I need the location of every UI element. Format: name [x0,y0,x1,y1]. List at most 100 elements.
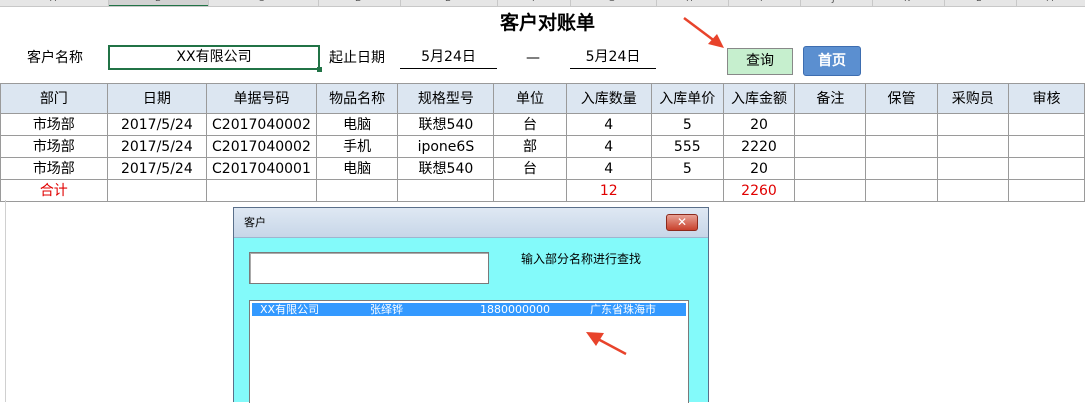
table-cell[interactable]: C2017040002 [206,113,317,136]
table-cell[interactable]: ipone6S [397,135,495,158]
end-date-cell[interactable]: 5月24日 [570,46,656,69]
header-doc-number[interactable]: 单据号码 [206,83,317,114]
table-cell[interactable]: 4 [565,135,652,158]
column-letter-j[interactable]: J [832,0,835,4]
table-cell[interactable] [865,179,938,202]
column-letter-b[interactable]: B [155,0,161,4]
table-cell[interactable]: 联想540 [397,113,495,136]
table-cell[interactable] [1007,135,1085,158]
column-letter-g[interactable]: G [608,0,615,4]
table-cell[interactable]: 联想540 [397,157,495,180]
list-address: 广东省珠海市 [590,303,656,316]
table-cell[interactable] [936,113,1009,136]
table-row: 市场部 2017/5/24 C2017040001 电脑 联想540 台 4 5… [0,157,1085,180]
table-cell[interactable] [206,179,317,202]
table-cell[interactable]: 市场部 [0,113,108,136]
table-cell[interactable]: 5 [650,157,724,180]
header-purchaser[interactable]: 采购员 [936,83,1009,114]
table-cell[interactable]: 电脑 [315,113,399,136]
table-cell[interactable]: 台 [493,157,567,180]
header-in-quantity[interactable]: 入库数量 [565,83,652,114]
row-gutter [0,200,6,402]
customer-dialog: 客户 ✕ 输入部分名称进行查找 XX有限公司 张绎铧 1880000000 广东… [233,207,709,403]
header-in-unit-price[interactable]: 入库单价 [650,83,724,114]
query-button[interactable]: 查询 [727,48,793,75]
table-cell[interactable] [106,179,208,202]
table-cell[interactable] [936,157,1009,180]
total-quantity[interactable]: 12 [565,179,652,202]
table-cell[interactable] [794,113,867,136]
header-auditor[interactable]: 审核 [1007,83,1085,114]
table-cell[interactable]: 20 [722,113,796,136]
table-cell[interactable]: 5 [650,113,724,136]
table-cell[interactable] [650,179,724,202]
column-letter-c[interactable]: C [258,0,264,4]
close-icon[interactable]: ✕ [666,214,698,231]
table-cell[interactable]: 2017/5/24 [106,135,208,158]
table-cell[interactable]: 4 [565,157,652,180]
header-custodian[interactable]: 保管 [865,83,938,114]
table-cell[interactable] [936,135,1009,158]
table-cell[interactable] [794,179,867,202]
table-row: 市场部 2017/5/24 C2017040002 手机 ipone6S 部 4… [0,135,1085,158]
list-item[interactable]: XX有限公司 张绎铧 1880000000 广东省珠海市 [252,303,686,316]
header-unit[interactable]: 单位 [493,83,567,114]
header-item-name[interactable]: 物品名称 [315,83,399,114]
table-cell[interactable] [865,113,938,136]
date-range-label: 起止日期 [329,50,385,66]
table-cell[interactable]: C2017040002 [206,135,317,158]
column-letter-a[interactable]: A [50,0,56,4]
table-cell[interactable] [1007,179,1085,202]
home-button[interactable]: 首页 [803,46,861,76]
column-letter-l[interactable]: L [976,0,981,4]
column-letter-d[interactable]: D [355,0,362,4]
customer-name-cell[interactable]: XX有限公司 [108,45,322,72]
header-spec-model[interactable]: 规格型号 [397,83,495,114]
table-cell[interactable]: C2017040001 [206,157,317,180]
table-cell[interactable] [794,157,867,180]
header-in-amount[interactable]: 入库金额 [722,83,796,114]
table-cell[interactable] [936,179,1009,202]
table-cell[interactable]: 4 [565,113,652,136]
column-letter-m[interactable]: M [1046,0,1054,4]
header-department[interactable]: 部门 [0,83,108,114]
table-cell[interactable]: 手机 [315,135,399,158]
table-cell[interactable]: 2220 [722,135,796,158]
start-date-cell[interactable]: 5月24日 [400,46,497,69]
table-cell[interactable] [1007,157,1085,180]
table-cell[interactable]: 2017/5/24 [106,113,208,136]
total-row: 合计 12 2260 [0,179,1085,202]
table-cell[interactable]: 市场部 [0,157,108,180]
table-cell[interactable]: 台 [493,113,567,136]
customer-search-input[interactable] [249,252,489,284]
table-cell[interactable]: 市场部 [0,135,108,158]
list-company: XX有限公司 [260,303,320,316]
column-letter-f[interactable]: F [532,0,537,4]
column-letter-i[interactable]: I [760,0,763,4]
table-cell[interactable]: 2017/5/24 [106,157,208,180]
table-cell[interactable] [315,179,399,202]
column-letter-e[interactable]: E [445,0,451,4]
table-cell[interactable]: 部 [493,135,567,158]
column-letter-k[interactable]: K [904,0,910,4]
customer-name-label: 客户名称 [27,50,83,66]
header-date[interactable]: 日期 [106,83,208,114]
ledger-table: 部门 日期 单据号码 物品名称 规格型号 单位 入库数量 入库单价 入库金额 备… [0,83,1085,202]
table-cell[interactable] [397,179,495,202]
column-header-strip: A B C D E F G H I J K L M [0,0,1085,7]
header-remark[interactable]: 备注 [794,83,867,114]
dialog-titlebar[interactable]: 客户 [234,208,708,238]
table-cell[interactable]: 20 [722,157,796,180]
table-cell[interactable] [865,135,938,158]
total-label[interactable]: 合计 [0,179,108,202]
table-cell[interactable]: 555 [650,135,724,158]
total-amount[interactable]: 2260 [722,179,796,202]
column-letter-h[interactable]: H [686,0,693,4]
table-row: 市场部 2017/5/24 C2017040002 电脑 联想540 台 4 5… [0,113,1085,136]
table-cell[interactable]: 电脑 [315,157,399,180]
table-cell[interactable] [493,179,567,202]
date-separator: — [526,50,540,66]
table-cell[interactable] [794,135,867,158]
table-cell[interactable] [865,157,938,180]
table-cell[interactable] [1007,113,1085,136]
